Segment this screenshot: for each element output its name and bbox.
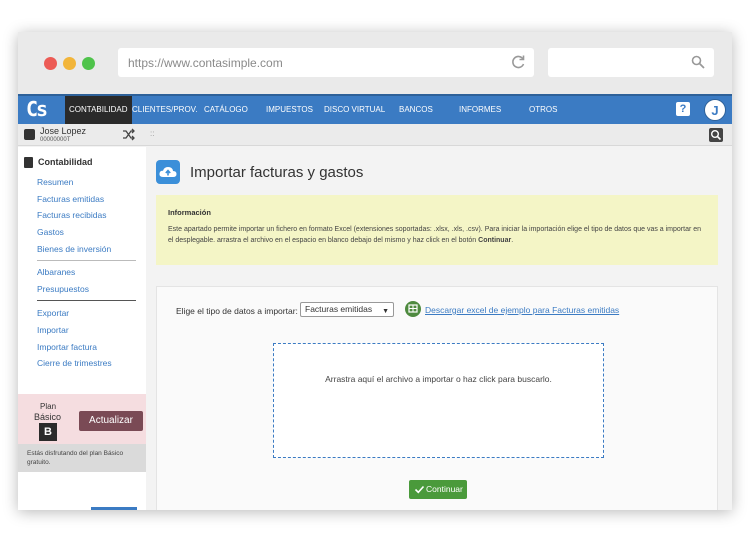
- file-dropzone[interactable]: Arrastra aquí el archivo a importar o ha…: [273, 343, 604, 458]
- nav-impuestos[interactable]: IMPUESTOS: [266, 96, 313, 124]
- import-card: Elige el tipo de datos a importar: Factu…: [156, 286, 718, 510]
- nav-bancos[interactable]: BANCOS: [399, 96, 433, 124]
- info-text-body: Este apartado permite importar un ficher…: [168, 226, 702, 244]
- check-icon: [414, 485, 425, 494]
- sidebar-item-bienes-inversion[interactable]: Bienes de inversión: [37, 244, 111, 254]
- sidebar-item-cierre-trimestres[interactable]: Cierre de trimestres: [37, 358, 112, 368]
- cloud-upload-icon: [156, 160, 180, 184]
- refresh-icon[interactable]: [510, 54, 526, 70]
- info-text-end: .: [511, 237, 514, 244]
- nav-contabilidad[interactable]: CONTABILIDAD: [65, 96, 132, 124]
- upgrade-button[interactable]: Actualizar: [79, 411, 143, 431]
- user-name[interactable]: Jose Lopez: [40, 126, 86, 136]
- plan-note: Estás disfrutando del plan Básico gratui…: [18, 444, 146, 472]
- sidebar-item-presupuestos[interactable]: Presupuestos: [37, 284, 89, 294]
- info-text: Este apartado permite importar un ficher…: [168, 224, 708, 246]
- url-text: https://www.contasimple.com: [128, 56, 283, 70]
- sidebar-item-facturas-emitidas[interactable]: Facturas emitidas: [37, 194, 104, 204]
- nav-catalogo[interactable]: CATÁLOGO: [204, 96, 248, 124]
- address-bar[interactable]: https://www.contasimple.com: [118, 48, 534, 77]
- sidebar-section-title[interactable]: Contabilidad: [38, 157, 93, 167]
- continue-button[interactable]: Continuar: [409, 480, 467, 499]
- search-icon[interactable]: [709, 128, 723, 142]
- browser-chrome: https://www.contasimple.com: [18, 32, 732, 94]
- chevron-down-icon: ▼: [382, 308, 389, 315]
- plan-label: Plan: [40, 402, 57, 411]
- document-icon: [24, 157, 33, 168]
- nav-disco-virtual[interactable]: DISCO VIRTUAL: [324, 96, 385, 124]
- drag-handle[interactable]: ::: [150, 129, 154, 138]
- browser-window: https://www.contasimple.com Cs CONTABILI…: [18, 32, 732, 510]
- sidebar-bottom-button[interactable]: [91, 507, 137, 510]
- sidebar-item-exportar[interactable]: Exportar: [37, 308, 69, 318]
- sidebar-item-resumen[interactable]: Resumen: [37, 177, 73, 187]
- nav-otros[interactable]: OTROS: [529, 96, 557, 124]
- excel-download-icon[interactable]: [405, 301, 421, 317]
- info-title: Información: [168, 208, 211, 217]
- logo[interactable]: Cs: [26, 97, 48, 123]
- data-type-select[interactable]: Facturas emitidas ▼: [300, 302, 394, 317]
- browser-search-bar[interactable]: [548, 48, 714, 77]
- minimize-window-button[interactable]: [63, 57, 76, 70]
- sidebar-item-gastos[interactable]: Gastos: [37, 227, 64, 237]
- maximize-window-button[interactable]: [82, 57, 95, 70]
- top-navigation: Cs CONTABILIDAD CLIENTES/PROV. CATÁLOGO …: [18, 94, 732, 124]
- switch-company-icon[interactable]: [122, 128, 135, 141]
- main-content: Importar facturas y gastos Información E…: [146, 147, 732, 510]
- user-id: 00000000T: [40, 137, 71, 143]
- page-title: Importar facturas y gastos: [190, 164, 364, 181]
- avatar[interactable]: J: [704, 99, 726, 121]
- sidebar-item-importar-factura[interactable]: Importar factura: [37, 342, 97, 352]
- sidebar-item-facturas-recibidas[interactable]: Facturas recibidas: [37, 210, 106, 220]
- info-text-bold: Continuar: [478, 237, 512, 244]
- nav-informes[interactable]: INFORMES: [459, 96, 501, 124]
- user-toolbar: Jose Lopez 00000000T ::: [18, 124, 732, 146]
- sidebar-item-importar[interactable]: Importar: [37, 325, 69, 335]
- info-box: Información Este apartado permite import…: [156, 195, 718, 265]
- search-icon[interactable]: [691, 55, 705, 69]
- continue-label: Continuar: [426, 484, 463, 494]
- data-type-selected: Facturas emitidas: [305, 304, 373, 314]
- sidebar-item-albaranes[interactable]: Albaranes: [37, 267, 75, 277]
- plan-name: Básico: [34, 412, 62, 422]
- user-icon: [24, 129, 35, 140]
- sidebar: Contabilidad Resumen Facturas emitidas F…: [18, 147, 146, 510]
- close-window-button[interactable]: [44, 57, 57, 70]
- sidebar-divider: [37, 300, 136, 301]
- help-icon[interactable]: ?: [676, 102, 690, 116]
- nav-clientes-prov[interactable]: CLIENTES/PROV.: [132, 96, 198, 124]
- plan-badge: B: [39, 423, 57, 441]
- data-type-label: Elige el tipo de datos a importar:: [176, 306, 298, 316]
- dropzone-text: Arrastra aquí el archivo a importar o ha…: [325, 374, 552, 384]
- plan-panel: Plan Básico B Actualizar: [18, 394, 146, 444]
- sidebar-divider: [37, 260, 136, 261]
- download-example-link[interactable]: Descargar excel de ejemplo para Facturas…: [425, 305, 619, 315]
